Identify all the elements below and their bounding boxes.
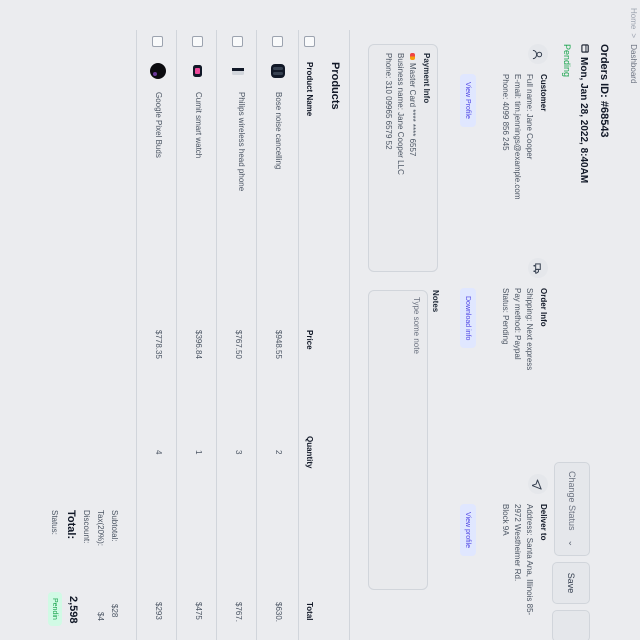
order-pay-method: Pay method: Paypal [513, 288, 522, 360]
header-total: Total [305, 602, 314, 621]
products-table-header: Product Name Price Quantity Total [298, 30, 321, 640]
row-checkbox[interactable] [152, 36, 163, 47]
product-quantity: 3 [234, 450, 243, 455]
product-name: Philips wireless head phone [237, 92, 246, 192]
smartwatch-image [187, 60, 209, 82]
breadcrumb-dashboard[interactable]: Dashboard [629, 44, 638, 83]
mastercard-icon [409, 53, 415, 60]
download-info-button[interactable]: Download info [460, 288, 476, 349]
total-value: 2,598 [67, 596, 79, 624]
tax-label: Tax(20%): [96, 510, 105, 547]
deliver-address-1: Address: Santa Ana, Illinois 85- [525, 504, 534, 616]
tax-value: $4 [96, 612, 105, 621]
breadcrumb-home[interactable]: Home [629, 8, 638, 29]
row-checkbox[interactable] [272, 36, 283, 47]
deliver-to-title: Deliver to [539, 504, 548, 541]
row-checkbox[interactable] [192, 36, 203, 47]
deliver-to-card: Deliver to Address: Santa Ana, Illinois … [444, 460, 552, 640]
order-totals: Subtotal: $28 Tax(20%): $4 Discount: Tot… [19, 30, 119, 640]
customer-phone: Phone: 4099 856 245 [501, 74, 510, 151]
order-info-title: Order Info [539, 288, 548, 327]
status-badge: Pendin [48, 592, 62, 626]
change-status-select[interactable]: Change Status ⌄ [554, 462, 590, 556]
order-status-badge: Pending [562, 44, 572, 78]
breadcrumb: Home > Dashboard [629, 8, 638, 87]
product-price: $778.35 [154, 330, 163, 359]
deliver-address-3: Block 9A [501, 504, 510, 536]
notes-title: Notes [431, 290, 440, 313]
product-name: Cumit smart watch [194, 92, 203, 159]
payment-card-number: Master Card **** **** 6557 [408, 53, 417, 156]
notes-section: Notes Type some note [364, 290, 442, 630]
product-price: $948.55 [274, 330, 283, 359]
header-product-name: Product Name [305, 62, 314, 117]
product-quantity: 4 [154, 450, 163, 455]
customer-card: Customer Full name: Jane Cooper E-mail: … [444, 30, 552, 210]
payment-card: Payment Info Master Card **** **** 6557 … [368, 44, 438, 272]
subtotal-value: $28 [110, 604, 119, 618]
calendar-icon [578, 44, 590, 53]
product-total: $630. [274, 602, 283, 623]
product-price: $396.84 [194, 330, 203, 359]
subtotal-label: Subtotal: [110, 510, 119, 542]
table-row[interactable]: Philips wireless head phone $767.50 3 $7… [216, 30, 257, 640]
truck-icon [528, 258, 548, 278]
table-row[interactable]: Bose noise cancelling $948.55 2 $630. [256, 30, 297, 640]
payment-title: Payment Info [422, 53, 431, 104]
row-checkbox[interactable] [232, 36, 243, 47]
table-row[interactable]: Google Pixel Buds $778.35 4 $293 [136, 30, 177, 640]
order-id: Orders ID: #68543 [598, 44, 610, 138]
deliver-address-2: 2972 Westheimer Rd. [513, 504, 522, 582]
product-quantity: 1 [194, 450, 203, 455]
product-total: $293 [154, 602, 163, 620]
info-cards: Customer Full name: Jane Cooper E-mail: … [444, 30, 552, 640]
order-info-card: Order Info Shipping: Next express Pay me… [444, 244, 552, 424]
product-price: $767.50 [234, 330, 243, 359]
view-profile-button[interactable]: View Profile [460, 74, 476, 127]
order-date: Mon, Jan 28, 2022, 8:40AM [578, 44, 590, 183]
customer-email: E-mail: tim.jennings@example.com [513, 74, 522, 200]
customer-title: Customer [539, 74, 548, 112]
notes-input[interactable]: Type some note [368, 290, 428, 590]
header-price: Price [305, 330, 314, 350]
table-row[interactable]: Cumit smart watch $396.84 1 $475 [176, 30, 217, 640]
headphones-image [267, 60, 289, 82]
payment-phone: Phone: 310 09965 6579 52 [384, 53, 393, 150]
payment-notes-section: Payment Info Master Card **** **** 6557 … [362, 30, 442, 640]
select-all-checkbox[interactable] [304, 36, 315, 47]
customer-name: Full name: Jane Cooper [525, 74, 534, 160]
products-table: Products Product Name Price Quantity Tot… [0, 30, 350, 640]
view-delivery-profile-button[interactable]: View profile [460, 504, 476, 557]
order-header: Orders ID: #68543 Mon, Jan 28, 2022, 8:4… [542, 30, 620, 640]
product-total: $475 [194, 602, 203, 620]
more-button[interactable] [552, 610, 590, 640]
change-status-label: Change Status [567, 471, 577, 531]
payment-business-name: Business name: Jane Cooper LLC [396, 53, 405, 175]
earbuds-image [147, 60, 169, 82]
product-name: Google Pixel Buds [154, 92, 163, 158]
order-status-line: Status: Pending [501, 288, 510, 345]
product-quantity: 2 [274, 450, 283, 455]
speaker-image [227, 60, 249, 82]
discount-label: Discount: [82, 510, 91, 544]
order-shipping: Shipping: Next express [525, 288, 534, 371]
status-label: Status: [50, 510, 59, 535]
payment-card-number-text: Master Card **** **** 6557 [408, 63, 417, 157]
send-icon [528, 474, 548, 494]
breadcrumb-separator: > [629, 33, 638, 39]
header-quantity: Quantity [305, 436, 314, 469]
user-icon [528, 44, 548, 64]
order-details-page: Home > Dashboard Orders ID: #68543 Mon, J… [0, 0, 640, 640]
product-total: $767. [234, 602, 243, 623]
product-name: Bose noise cancelling [274, 92, 283, 170]
products-title: Products [329, 62, 341, 110]
total-label: Total: [65, 510, 77, 540]
order-date-text: Mon, Jan 28, 2022, 8:40AM [578, 57, 590, 184]
save-button[interactable]: Save [552, 562, 590, 604]
chevron-down-icon: ⌄ [567, 539, 578, 547]
